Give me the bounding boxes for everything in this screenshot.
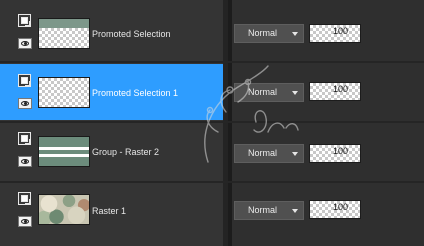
chain-icon[interactable]	[18, 132, 31, 145]
row-divider	[0, 181, 424, 183]
chain-icon[interactable]	[18, 74, 31, 87]
layer-row-group-raster-2[interactable]: Group - Raster 2 Normal 100	[0, 124, 424, 180]
layer-name[interactable]: Promoted Selection 1	[92, 88, 178, 98]
chevron-down-icon	[292, 209, 298, 213]
layer-thumbnail	[38, 18, 90, 49]
layer-row-promoted-selection[interactable]: Promoted Selection Normal 100	[0, 4, 424, 60]
blend-mode-value: Normal	[248, 87, 278, 97]
eye-icon[interactable]	[18, 38, 32, 49]
row-divider	[0, 61, 424, 63]
eye-icon[interactable]	[18, 156, 32, 167]
layer-name[interactable]: Promoted Selection	[92, 29, 171, 39]
blend-mode-value: Normal	[248, 148, 278, 158]
blend-mode-select[interactable]: Normal	[234, 144, 304, 163]
opacity-value: 100	[332, 202, 348, 212]
layer-thumbnail	[38, 194, 90, 225]
layer-row-raster-1[interactable]: Raster 1 Normal 100	[0, 184, 424, 240]
layer-name[interactable]: Group - Raster 2	[92, 147, 159, 157]
chain-icon[interactable]	[18, 14, 31, 27]
layer-name[interactable]: Raster 1	[92, 206, 126, 216]
layer-thumbnail	[38, 136, 90, 167]
blend-mode-select[interactable]: Normal	[234, 201, 304, 220]
opacity-value: 100	[332, 26, 348, 36]
layer-row-promoted-selection-1[interactable]: Promoted Selection 1 Normal 100	[0, 64, 424, 120]
blend-mode-select[interactable]: Normal	[234, 83, 304, 102]
opacity-field[interactable]: 100	[309, 82, 361, 101]
opacity-field[interactable]: 100	[309, 24, 361, 43]
layers-panel: Promoted Selection Normal 100 Promoted S…	[0, 0, 424, 246]
row-divider	[0, 121, 424, 123]
blend-mode-value: Normal	[248, 205, 278, 215]
layer-thumbnail	[38, 77, 90, 108]
eye-icon[interactable]	[18, 216, 32, 227]
chain-icon[interactable]	[18, 192, 31, 205]
chevron-down-icon	[292, 152, 298, 156]
opacity-field[interactable]: 100	[309, 144, 361, 163]
eye-icon[interactable]	[18, 98, 32, 109]
blend-mode-value: Normal	[248, 28, 278, 38]
chevron-down-icon	[292, 91, 298, 95]
opacity-value: 100	[332, 84, 348, 94]
opacity-value: 100	[332, 146, 348, 156]
opacity-field[interactable]: 100	[309, 200, 361, 219]
blend-mode-select[interactable]: Normal	[234, 24, 304, 43]
chevron-down-icon	[292, 32, 298, 36]
